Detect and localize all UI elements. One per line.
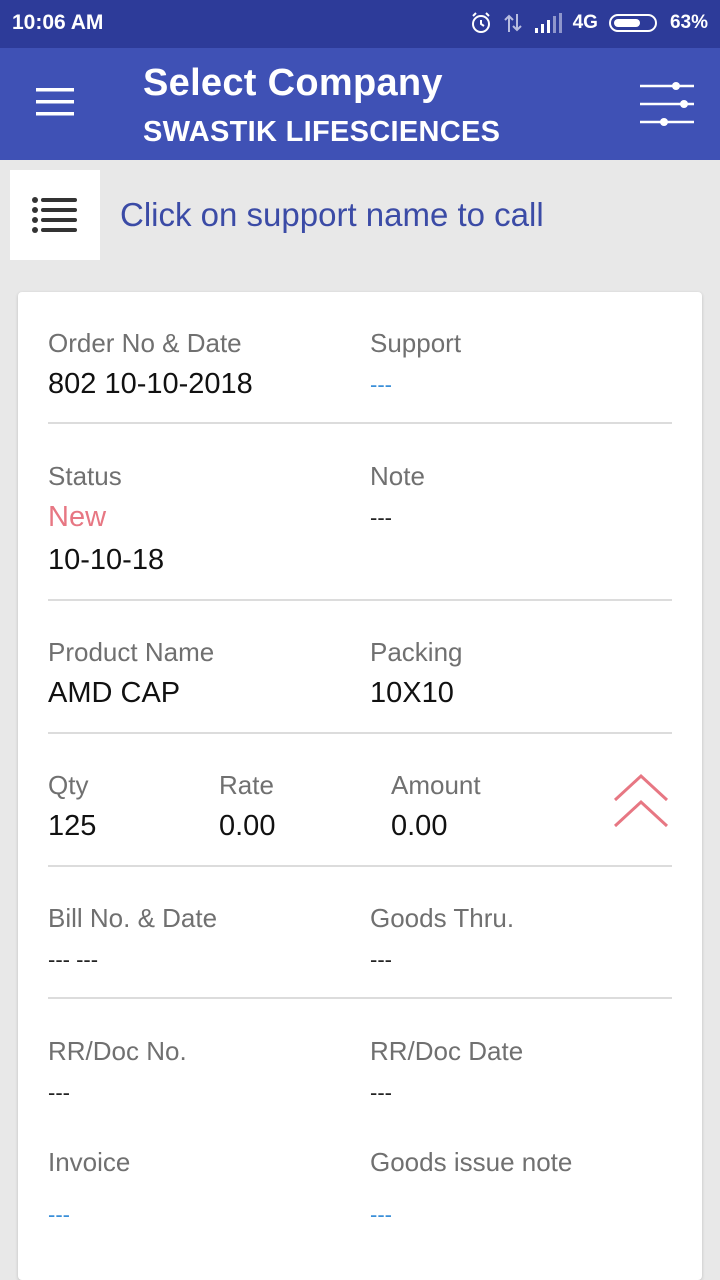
packing-value: 10X10 bbox=[370, 677, 454, 709]
page-title: Select Company bbox=[143, 62, 443, 104]
goods-issue-note-label: Goods issue note bbox=[370, 1147, 573, 1177]
goods-issue-note-link[interactable]: --- bbox=[370, 1202, 392, 1228]
rr-doc-date-value: --- bbox=[370, 1080, 392, 1105]
order-no-label: Order No & Date bbox=[48, 328, 242, 358]
data-transfer-icon bbox=[503, 14, 522, 32]
qty-value: 125 bbox=[48, 810, 97, 842]
support-label: Support bbox=[370, 328, 462, 358]
support-call-hint[interactable]: Click on support name to call bbox=[120, 196, 544, 234]
divider bbox=[48, 732, 672, 734]
goods-thru-value: --- bbox=[370, 947, 392, 972]
status-badge: New bbox=[48, 501, 107, 533]
rr-doc-date-label: RR/Doc Date bbox=[370, 1036, 524, 1066]
divider bbox=[48, 422, 672, 424]
battery-percent: 63% bbox=[669, 12, 708, 33]
status-label: Status bbox=[48, 461, 122, 491]
support-bar: Click on support name to call bbox=[0, 160, 720, 270]
rate-value: 0.00 bbox=[219, 810, 276, 842]
status-date-value: 10-10-18 bbox=[48, 544, 165, 576]
qty-label: Qty bbox=[48, 770, 89, 800]
goods-thru-label: Goods Thru. bbox=[370, 903, 515, 933]
list-icon bbox=[32, 197, 77, 233]
order-detail-card: Order No & Date 802 10-10-2018 Support -… bbox=[18, 292, 702, 1280]
status-time: 10:06 AM bbox=[12, 11, 104, 34]
status-bar: 10:06 AM 4G 63% bbox=[0, 0, 720, 48]
product-name-label: Product Name bbox=[48, 637, 215, 667]
support-value-link[interactable]: --- bbox=[370, 372, 392, 398]
note-label: Note bbox=[370, 461, 425, 491]
bill-no-value: --- --- bbox=[48, 947, 99, 972]
note-value: --- bbox=[370, 505, 392, 530]
status-icons: 4G 63% bbox=[469, 11, 708, 35]
app-bar: Select Company SWASTIK LIFESCIENCES bbox=[0, 48, 720, 160]
collapse-chevron-icon[interactable] bbox=[612, 772, 670, 832]
packing-label: Packing bbox=[370, 637, 463, 667]
rate-label: Rate bbox=[219, 770, 274, 800]
hamburger-menu-icon[interactable] bbox=[36, 86, 76, 118]
support-list-button[interactable] bbox=[10, 170, 100, 260]
signal-icon bbox=[534, 13, 562, 33]
amount-label: Amount bbox=[391, 770, 481, 800]
product-name-value: AMD CAP bbox=[48, 677, 181, 709]
amount-value: 0.00 bbox=[391, 810, 448, 842]
invoice-label: Invoice bbox=[48, 1147, 131, 1177]
bill-no-label: Bill No. & Date bbox=[48, 903, 218, 933]
invoice-link[interactable]: --- bbox=[48, 1202, 70, 1228]
filter-sliders-icon[interactable] bbox=[638, 78, 696, 130]
divider bbox=[48, 997, 672, 999]
divider bbox=[48, 599, 672, 601]
rr-doc-no-label: RR/Doc No. bbox=[48, 1036, 187, 1066]
network-type: 4G bbox=[572, 12, 598, 33]
divider bbox=[48, 865, 672, 867]
battery-icon bbox=[608, 14, 657, 32]
company-name: SWASTIK LIFESCIENCES bbox=[143, 116, 501, 148]
rr-doc-no-value: --- bbox=[48, 1080, 70, 1105]
order-no-value: 802 10-10-2018 bbox=[48, 368, 253, 400]
alarm-icon bbox=[471, 12, 490, 33]
